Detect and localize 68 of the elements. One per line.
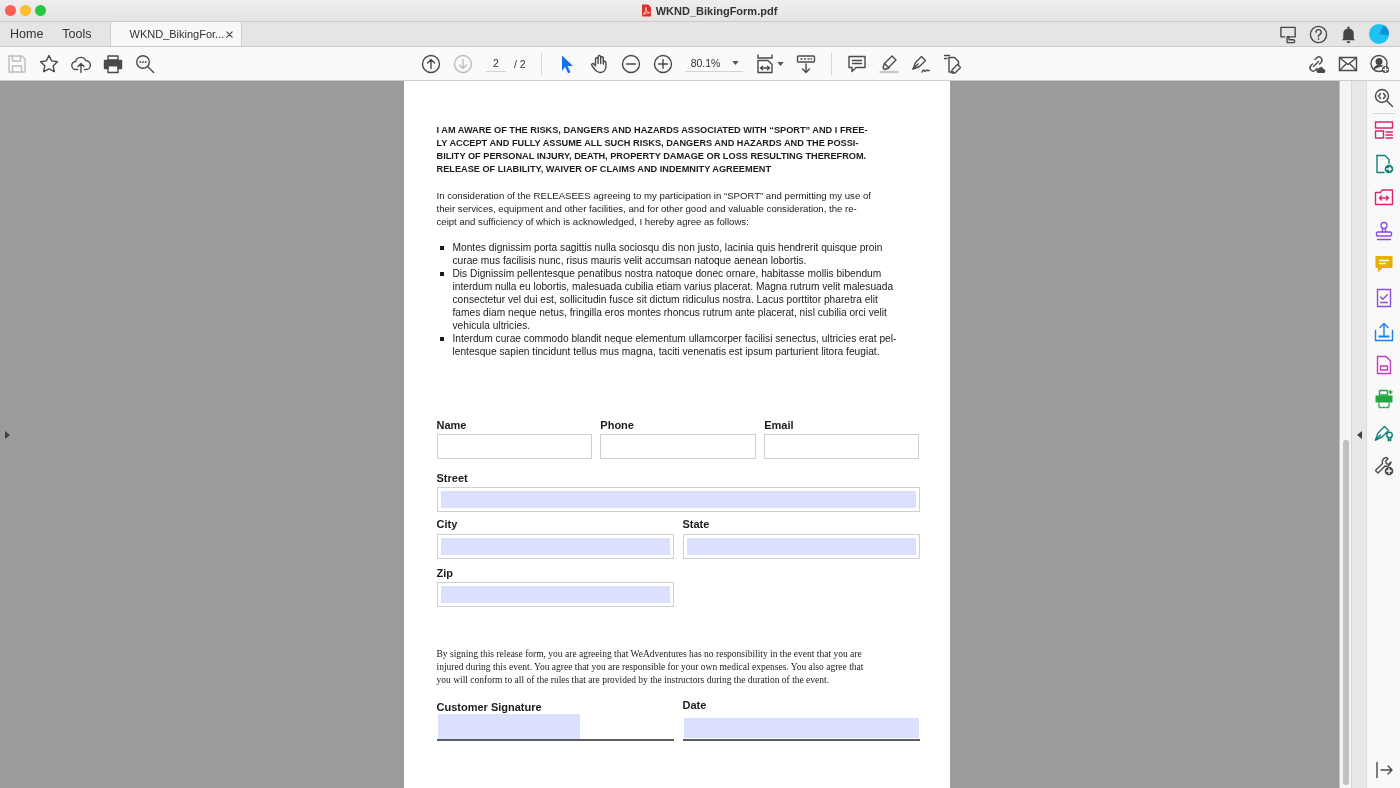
field-label: Date (682, 698, 707, 712)
bullet-icon (439, 271, 444, 276)
input-field[interactable] (436, 582, 674, 607)
caret-icon[interactable] (776, 61, 784, 66)
input-field[interactable] (436, 434, 592, 459)
up-arrow-circle-icon[interactable] (421, 53, 441, 74)
star-icon[interactable] (39, 53, 59, 74)
list-item-text: Dis Dignissim pellentesque penatibus nostra natoque donec ornare, habitasse mollis bibendum interdum nulla eu lobortis, malesuada cubilia etiam varius placerat. Magna rutrum velit malesuada consectetur vel dui est, sollicitudin fusce sit dictum ridiculus nostra. Lacus porttitor pharetra elit fames diam neque netus, fringilla eros montes rhoncus rutrum ante placerat, nisl cubilia orci velit vehicula ultricies. (452, 266, 894, 332)
field-label: Customer Signature (436, 700, 542, 714)
field-label: City (436, 518, 458, 531)
scrollbar-thumb[interactable] (1342, 440, 1349, 785)
input-field[interactable] (600, 434, 756, 459)
edit-document-icon[interactable] (942, 53, 963, 74)
link-cloud-icon[interactable] (1306, 53, 1326, 74)
field-label: Phone (600, 418, 634, 432)
help-icon[interactable] (1309, 24, 1328, 44)
field-label: Email (764, 418, 794, 432)
signature-field[interactable] (436, 713, 674, 741)
fit-page-icon[interactable] (754, 53, 775, 74)
field-label: Name (436, 418, 467, 432)
comment-icon[interactable] (846, 53, 867, 74)
search-icon[interactable] (135, 53, 155, 74)
page-count: / 2 (514, 57, 526, 70)
zoom-in-icon[interactable] (652, 53, 673, 74)
disclaimer-paragraph: By signing this release form, you are agreeing that WeAdventures has no responsibility in the event that you are injured during this event. You agree that you are responsible for your own medical expenses. You also agree that you will conform to all of the rules that are provided by the instructors during the duration of the event. (436, 647, 865, 687)
bullet-icon (439, 245, 444, 250)
pen-signature-icon[interactable] (910, 53, 931, 74)
pdf-file-icon (640, 4, 652, 17)
list-item-text: Interdum curae commodo blandit neque elementum ullamcorper facilisi senectus, ultricies erat pel- lentesque sapien tincidunt tellus mus magna, taciti venenatis est ipsum parturient litora feugiat. (452, 331, 897, 358)
page-number-field[interactable]: 2 (486, 55, 506, 72)
field-label: Zip (436, 566, 453, 580)
printer-icon[interactable] (103, 53, 123, 74)
bullet-icon (439, 336, 444, 341)
caret-icon[interactable] (731, 61, 739, 65)
close-icon[interactable] (225, 30, 233, 38)
tray-upload-icon[interactable] (1373, 321, 1394, 342)
list-item-text: Montes dignissim porta sagittis nulla sociosqu dis non justo, lacinia quis hendrerit quisque proin curae mus facilisis nunc, risus mauris velit accumsan natoque aenean lobortis. (452, 240, 883, 267)
input-field[interactable] (764, 434, 920, 459)
document-arrow-icon[interactable] (1373, 153, 1394, 174)
tab[interactable]: Home (0, 22, 53, 46)
stamp-icon[interactable] (1373, 220, 1394, 241)
layout-icon[interactable] (1373, 120, 1394, 140)
highlighter-icon[interactable] (878, 53, 899, 74)
hand-icon[interactable] (588, 53, 609, 74)
date-field[interactable] (682, 718, 920, 741)
box-arrows-icon[interactable] (1373, 187, 1394, 208)
caret-left-icon[interactable] (1356, 430, 1362, 439)
intro-paragraph: In consideration of the RELEASEES agreeing to my participation in “SPORT” and permitting my use of their services, equipment and other facilities, and for other good and valuable consideration, the re- ceipt and sufficiency of which is acknowledged, I hereby agree as follows: (436, 188, 872, 228)
wrench-plus-icon[interactable] (1373, 455, 1394, 476)
document-tab[interactable]: WKND_BikingFor... (109, 22, 242, 46)
screen-hand-icon[interactable] (1279, 24, 1298, 44)
window-title: WKND_BikingForm.pdf (655, 4, 778, 17)
close-window-button[interactable] (5, 5, 16, 16)
magnifier-icon[interactable] (1373, 88, 1394, 108)
caret-right-icon[interactable] (4, 430, 10, 439)
zoom-out-icon[interactable] (620, 53, 641, 74)
input-field[interactable] (436, 533, 674, 559)
scroll-down-icon[interactable] (795, 53, 816, 74)
field-label: Street (436, 471, 468, 485)
collapse-panel-icon[interactable] (1373, 760, 1394, 780)
input-field[interactable] (682, 533, 920, 559)
avatar-icon[interactable] (1369, 24, 1389, 44)
waiver-heading: I AM AWARE OF THE RISKS, DANGERS AND HAZARDS ASSOCIATED WITH “SPORT” AND I FREE- LY ACCEPT AND FULLY ASSUME ALL SUCH RISKS, DANGERS AND HAZARDS AND THE POSSI- BILITY OF PERSONAL INJURY, DEATH, PROPERTY DAMAGE OR LOSS RESULTING THEREFROM. RELEASE OF LIABILITY, WAIVER OF CLAIMS AND INDEMNITY AGREEMENT (436, 123, 869, 176)
tab[interactable]: Tools (52, 22, 101, 46)
field-label: State (682, 518, 710, 531)
input-field[interactable] (436, 487, 920, 512)
add-user-icon[interactable] (1370, 53, 1390, 74)
zoom-field[interactable]: 80.1% (684, 55, 743, 72)
